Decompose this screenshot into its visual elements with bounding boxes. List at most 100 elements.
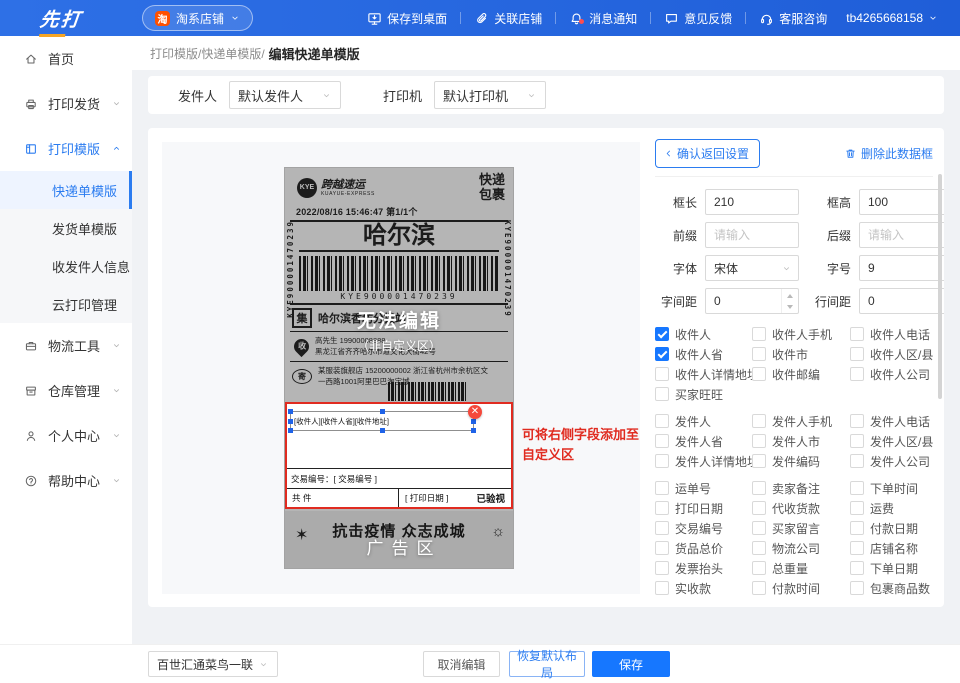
- checkbox-icon[interactable]: [850, 434, 864, 448]
- checkbox-icon[interactable]: [655, 387, 669, 401]
- field-checkbox[interactable]: 付款日期: [850, 521, 933, 535]
- checkbox-icon[interactable]: [850, 481, 864, 495]
- checkbox-icon[interactable]: [752, 434, 766, 448]
- spin-down-icon[interactable]: [782, 301, 798, 313]
- save-desktop-button[interactable]: 保存到桌面: [354, 10, 460, 27]
- field-checkbox[interactable]: 收件人公司: [850, 367, 933, 381]
- resize-handle[interactable]: [288, 409, 293, 414]
- checkbox-icon[interactable]: [752, 347, 766, 361]
- checkbox-icon[interactable]: [655, 581, 669, 595]
- checkbox-icon[interactable]: [655, 434, 669, 448]
- sidebar-item-express-template[interactable]: 快递单模版: [0, 171, 132, 209]
- field-checkbox[interactable]: 发票抬头: [655, 561, 752, 575]
- checkbox-icon[interactable]: [655, 501, 669, 515]
- spin-down-icon[interactable]: [942, 301, 944, 313]
- field-checkbox[interactable]: 打印日期: [655, 501, 752, 515]
- line-spacing-input[interactable]: [859, 288, 944, 314]
- field-checkbox[interactable]: 收件人详情地址: [655, 367, 752, 381]
- link-shop-button[interactable]: 关联店铺: [461, 10, 555, 27]
- cancel-edit-button[interactable]: 取消编辑: [423, 651, 500, 677]
- checkbox-icon[interactable]: [752, 541, 766, 555]
- checkbox-checked-icon[interactable]: [655, 327, 669, 341]
- support-button[interactable]: 客服咨询: [746, 10, 840, 27]
- field-checkbox[interactable]: 收件人手机: [752, 327, 850, 341]
- field-checkbox[interactable]: 付款时间: [752, 581, 850, 595]
- field-checkbox[interactable]: 收件人: [655, 327, 752, 341]
- notifications-button[interactable]: 消息通知: [556, 10, 650, 27]
- spin-up-icon[interactable]: [782, 289, 798, 301]
- checkbox-checked-icon[interactable]: [655, 347, 669, 361]
- field-checkbox[interactable]: 包裹商品数: [850, 581, 933, 595]
- sidebar-item-print-template[interactable]: 打印模版: [0, 126, 132, 171]
- resize-handle[interactable]: [471, 428, 476, 433]
- checkbox-icon[interactable]: [655, 521, 669, 535]
- field-checkbox[interactable]: 实收款: [655, 581, 752, 595]
- checkbox-icon[interactable]: [655, 541, 669, 555]
- suffix-input[interactable]: [859, 222, 944, 248]
- printer-select[interactable]: 默认打印机: [434, 81, 546, 109]
- checkbox-icon[interactable]: [752, 414, 766, 428]
- custom-zone[interactable]: [收件人][收件人省][收件地址] ✕ 交易编号：[ 交易编号 ] 共 件 [ …: [285, 402, 513, 509]
- checkbox-icon[interactable]: [850, 367, 864, 381]
- font-family-select[interactable]: 宋体: [705, 255, 799, 281]
- sidebar-item-ship-template[interactable]: 发货单模版: [0, 209, 132, 247]
- field-checkbox[interactable]: 运费: [850, 501, 933, 515]
- field-checkbox[interactable]: 物流公司: [752, 541, 850, 555]
- field-checkbox[interactable]: 发件人: [655, 414, 752, 428]
- field-checkbox[interactable]: 发件人省: [655, 434, 752, 448]
- checkbox-icon[interactable]: [752, 581, 766, 595]
- checkbox-icon[interactable]: [752, 521, 766, 535]
- sidebar-item-help[interactable]: 帮助中心: [0, 458, 132, 503]
- checkbox-icon[interactable]: [655, 367, 669, 381]
- breadcrumb-path[interactable]: 打印模版/快递单模版/: [150, 45, 265, 62]
- sidebar-item-contact-info[interactable]: 收发件人信息: [0, 247, 132, 285]
- sender-select[interactable]: 默认发件人: [229, 81, 341, 109]
- checkbox-icon[interactable]: [752, 367, 766, 381]
- field-checkbox[interactable]: 代收货款: [752, 501, 850, 515]
- shop-selector[interactable]: 淘 淘系店铺: [142, 5, 253, 31]
- checkbox-icon[interactable]: [655, 414, 669, 428]
- checkbox-icon[interactable]: [655, 561, 669, 575]
- checkbox-icon[interactable]: [655, 454, 669, 468]
- resize-handle[interactable]: [380, 409, 385, 414]
- checkbox-icon[interactable]: [752, 501, 766, 515]
- checkbox-icon[interactable]: [850, 541, 864, 555]
- field-checkbox[interactable]: 下单日期: [850, 561, 933, 575]
- prefix-input[interactable]: [705, 222, 799, 248]
- field-checkbox[interactable]: 发件人手机: [752, 414, 850, 428]
- field-checkbox[interactable]: 发件编码: [752, 454, 850, 468]
- checkbox-icon[interactable]: [850, 501, 864, 515]
- template-type-select[interactable]: 百世汇通菜鸟一联: [148, 651, 278, 677]
- resize-handle[interactable]: [288, 428, 293, 433]
- checkbox-icon[interactable]: [752, 454, 766, 468]
- field-checkbox[interactable]: 收件人区/县: [850, 347, 933, 361]
- resize-handle[interactable]: [288, 419, 293, 424]
- field-checkbox[interactable]: 总重量: [752, 561, 850, 575]
- feedback-button[interactable]: 意见反馈: [651, 10, 745, 27]
- sidebar-item-home[interactable]: 首页: [0, 36, 132, 81]
- field-checkbox[interactable]: 运单号: [655, 481, 752, 495]
- field-checkbox[interactable]: 发件人详情地址: [655, 454, 752, 468]
- selected-field-box[interactable]: [收件人][收件人省][收件地址]: [290, 411, 474, 431]
- checkbox-icon[interactable]: [850, 414, 864, 428]
- field-checkbox[interactable]: 收件人电话: [850, 327, 933, 341]
- field-checkbox[interactable]: 下单时间: [850, 481, 933, 495]
- checkbox-icon[interactable]: [850, 327, 864, 341]
- checkbox-icon[interactable]: [850, 454, 864, 468]
- field-checkbox[interactable]: 货品总价: [655, 541, 752, 555]
- field-checkbox[interactable]: 发件人市: [752, 434, 850, 448]
- box-width-input[interactable]: [705, 189, 799, 215]
- field-checkbox[interactable]: 发件人电话: [850, 414, 933, 428]
- field-checkbox[interactable]: 买家旺旺: [655, 387, 752, 401]
- field-checkbox[interactable]: 店铺名称: [850, 541, 933, 555]
- field-checkbox[interactable]: 收件人省: [655, 347, 752, 361]
- resize-handle[interactable]: [471, 419, 476, 424]
- checkbox-icon[interactable]: [850, 581, 864, 595]
- sidebar-item-warehouse[interactable]: 仓库管理: [0, 368, 132, 413]
- panel-scrollbar[interactable]: [938, 174, 942, 399]
- resize-handle[interactable]: [380, 428, 385, 433]
- field-checkbox[interactable]: 收件市: [752, 347, 850, 361]
- sidebar-item-personal[interactable]: 个人中心: [0, 413, 132, 458]
- field-checkbox[interactable]: 收件邮编: [752, 367, 850, 381]
- checkbox-icon[interactable]: [752, 561, 766, 575]
